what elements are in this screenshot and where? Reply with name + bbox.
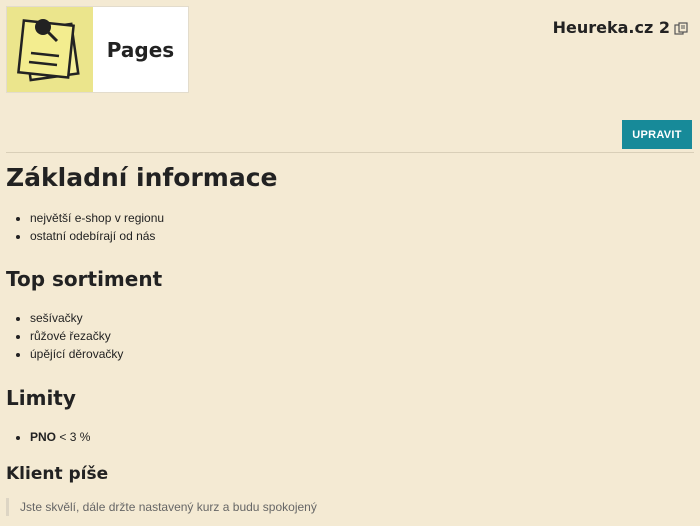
section-title-limits: Limity <box>6 386 76 410</box>
list-item: ostatní odebírají od nás <box>30 227 164 245</box>
section-title-client: Klient píše <box>6 464 109 484</box>
limit-metric: PNO <box>30 430 57 444</box>
section-title-basic: Základní informace <box>6 163 278 192</box>
page-name: Heureka.cz 2 <box>553 18 688 37</box>
list-item: úpějící děrovačky <box>30 345 123 363</box>
page-name-text: Heureka.cz 2 <box>552 18 670 37</box>
header: Pages Heureka.cz 2 UPRAVIT <box>0 0 700 150</box>
basic-list: největší e-shop v regionu ostatní odebír… <box>6 209 164 245</box>
limit-value: < 3 % <box>56 430 91 444</box>
limits-list: PNO < 3 % <box>6 428 90 446</box>
client-quote: Jste skvělí, dále držte nastavený kurz a… <box>6 498 317 516</box>
list-item: sešívačky <box>30 309 123 327</box>
section-title-top: Top sortiment <box>6 267 163 291</box>
list-item: růžové řezačky <box>30 327 123 345</box>
list-item: PNO < 3 % <box>30 428 90 446</box>
sticky-note-pin-icon <box>7 7 93 92</box>
header-divider <box>6 152 694 153</box>
copy-page-icon[interactable] <box>674 21 688 35</box>
edit-button[interactable]: UPRAVIT <box>622 120 692 149</box>
top-list: sešívačky růžové řezačky úpějící děrovač… <box>6 309 123 363</box>
logo-label: Pages <box>93 7 188 92</box>
list-item: největší e-shop v regionu <box>30 209 164 227</box>
app-logo[interactable]: Pages <box>6 6 189 93</box>
